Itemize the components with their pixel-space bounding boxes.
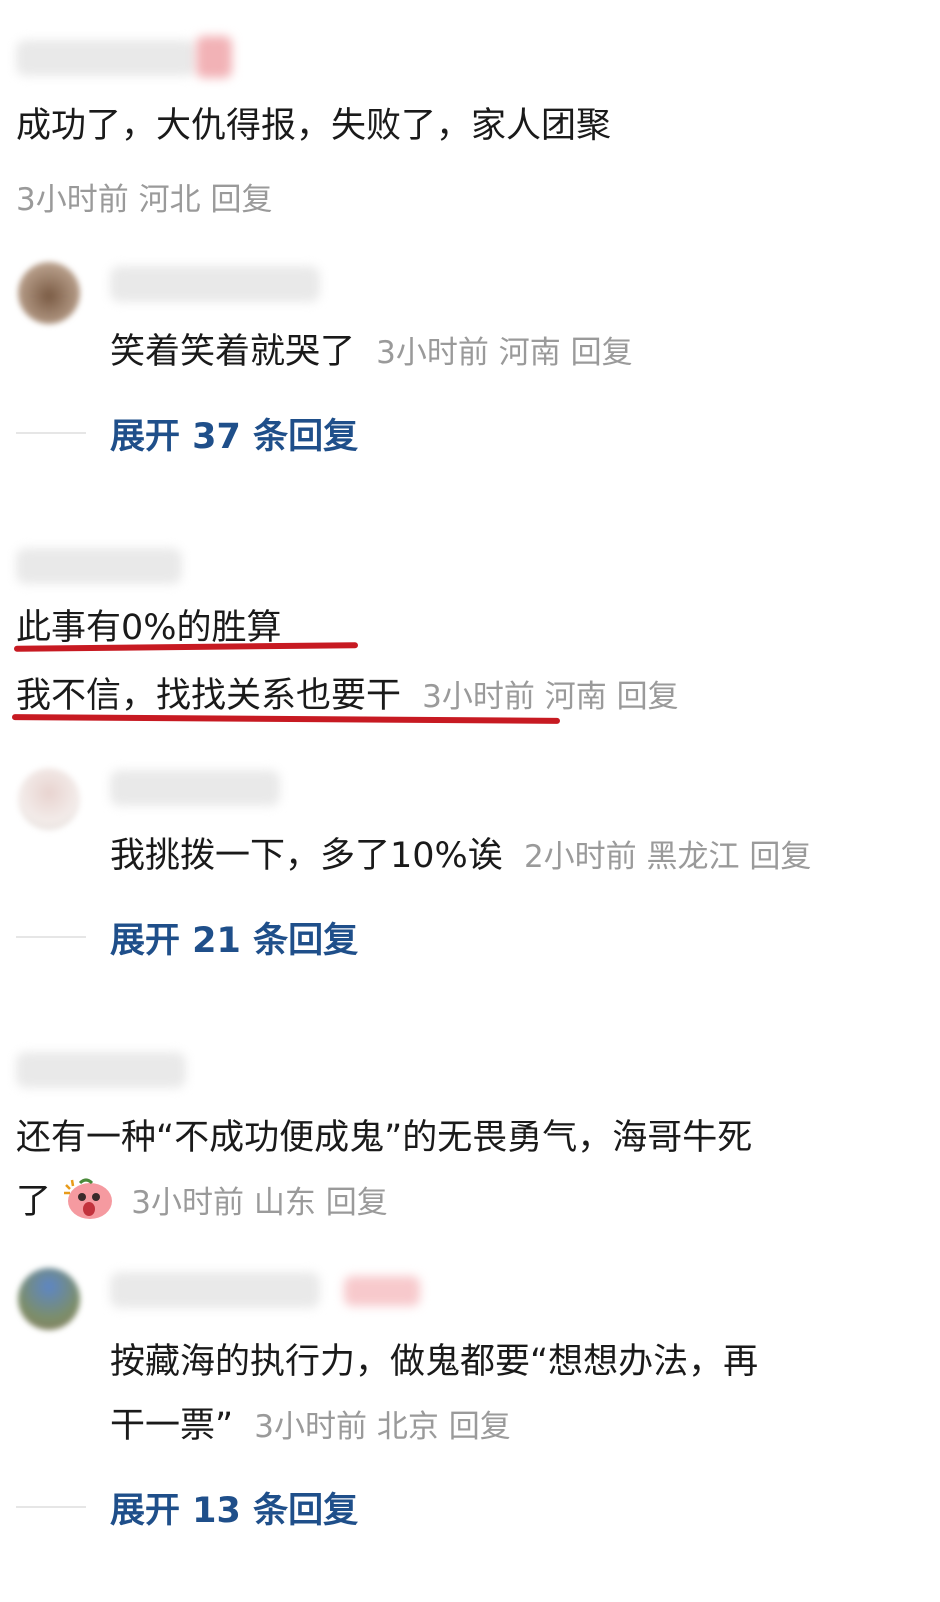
comment-text: 成功了，大仇得报，失败了，家人团聚 (16, 106, 612, 146)
comment-text-line1: 还有一种“不成功便成鬼”的无畏勇气，海哥牛死 (16, 1118, 753, 1158)
comment-text-line2: 了 3小时前 山东 回复 (16, 1178, 388, 1225)
comment-time: 3小时前 (422, 679, 535, 715)
comment-time: 3小时前 (376, 335, 489, 371)
expand-replies-button[interactable]: 展开 21 条回复 (110, 912, 358, 963)
comment-location: 河南 (498, 335, 561, 371)
comment-location: 山东 (253, 1185, 316, 1221)
username-blurred[interactable] (110, 770, 280, 806)
expand-replies-button[interactable]: 展开 37 条回复 (110, 408, 358, 459)
reply-button[interactable]: 回复 (210, 182, 272, 218)
reply-button[interactable]: 回复 (617, 679, 679, 715)
comment-location: 河北 (138, 182, 201, 218)
comment-text: 我挑拨一下，多了10%诶 2小时前 黑龙江 回复 (110, 836, 812, 876)
avatar[interactable] (18, 1268, 80, 1330)
username-blurred[interactable] (110, 1272, 320, 1308)
user-badge-blurred (196, 36, 232, 78)
username-blurred[interactable] (110, 266, 320, 302)
divider (16, 936, 86, 938)
comment-location: 黑龙江 (646, 839, 740, 875)
comment-location: 北京 (376, 1409, 439, 1445)
username-blurred[interactable] (16, 40, 196, 76)
comment-text-line2: 我不信，找找关系也要干 3小时前 河南 回复 (16, 676, 679, 716)
comment-meta: 3小时前 河北 回复 (16, 174, 272, 219)
comment-time: 2小时前 (523, 839, 637, 875)
reply-button[interactable]: 回复 (449, 1409, 511, 1445)
reply-button[interactable]: 回复 (749, 839, 811, 875)
comment-text: 笑着笑着就哭了 3小时前 河南 回复 (110, 332, 633, 372)
reply-button[interactable]: 回复 (571, 335, 633, 371)
avatar[interactable] (18, 262, 80, 324)
comment-text-line2: 干一票” 3小时前 北京 回复 (110, 1406, 511, 1446)
avatar[interactable] (18, 768, 80, 830)
shocked-face-emoji-icon (64, 1178, 113, 1219)
comment-location: 河南 (544, 679, 607, 715)
comment-time: 3小时前 (254, 1409, 368, 1445)
user-badge-blurred (344, 1276, 420, 1306)
divider (16, 432, 86, 434)
divider (16, 1506, 86, 1508)
username-blurred[interactable] (16, 1052, 186, 1088)
expand-replies-button[interactable]: 展开 13 条回复 (110, 1482, 358, 1533)
comment-time: 3小时前 (16, 182, 129, 218)
comment-text-line1: 按藏海的执行力，做鬼都要“想想办法，再 (110, 1342, 759, 1382)
username-blurred[interactable] (16, 548, 182, 584)
reply-button[interactable]: 回复 (326, 1185, 388, 1221)
comment-time: 3小时前 (131, 1185, 245, 1221)
